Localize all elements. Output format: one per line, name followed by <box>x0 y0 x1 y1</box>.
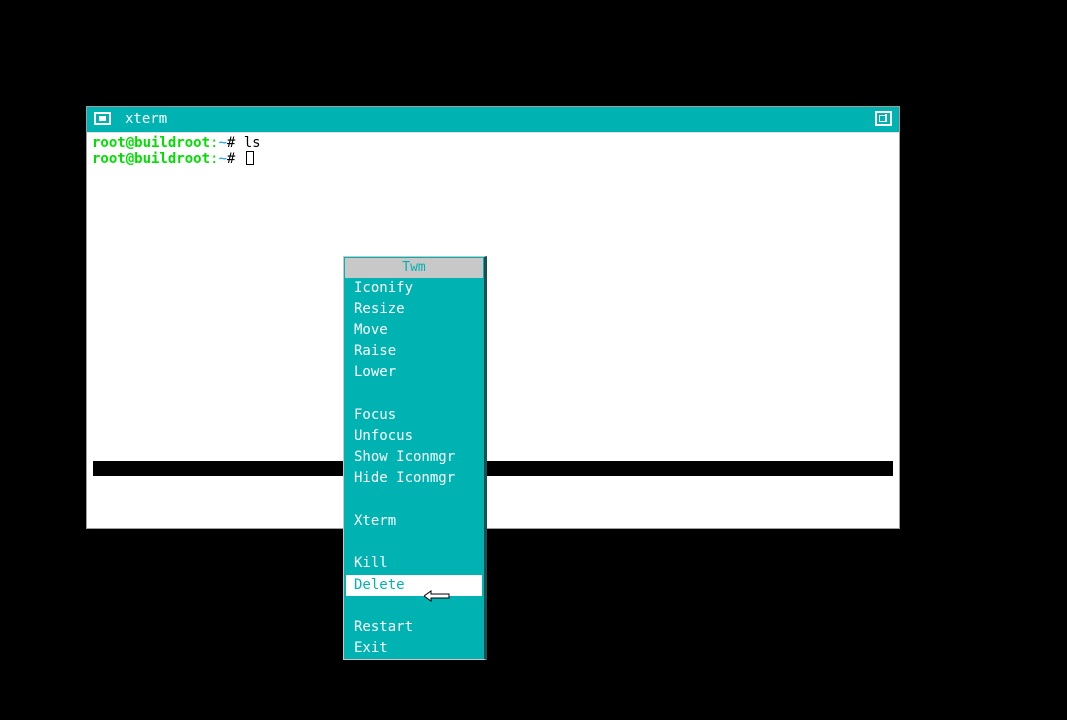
terminal-command: ls <box>235 135 261 151</box>
menu-item-lower[interactable]: Lower <box>346 362 482 383</box>
menu-item-restart[interactable]: Restart <box>346 617 482 638</box>
menu-item-kill[interactable]: Kill <box>346 553 482 574</box>
menu-item-move[interactable]: Move <box>346 320 482 341</box>
prompt-user: root@buildroot <box>92 151 211 167</box>
prompt-path: ~ <box>218 135 227 151</box>
menu-item-xterm[interactable]: Xterm <box>346 511 482 532</box>
menu-item-unfocus[interactable]: Unfocus <box>346 426 482 447</box>
terminal-line: root@buildroot:~# ls <box>92 135 261 151</box>
text-cursor <box>245 151 254 165</box>
terminal-status-bar <box>93 461 893 476</box>
iconify-window-icon[interactable] <box>94 112 111 125</box>
terminal-line: root@buildroot:~# <box>92 151 254 167</box>
window-title: xterm <box>125 111 168 127</box>
twm-window-menu[interactable]: Twm Iconify Resize Move Raise Lower Focu… <box>343 256 487 660</box>
arrow-pointer-icon <box>424 590 450 602</box>
xterm-window[interactable]: xterm root@buildroot:~# ls root@buildroo… <box>86 106 900 529</box>
menu-title: Twm <box>345 258 483 278</box>
menu-item-exit[interactable]: Exit <box>346 638 482 659</box>
window-titlebar[interactable]: xterm <box>87 107 899 133</box>
menu-item-iconify[interactable]: Iconify <box>346 278 482 299</box>
menu-item-raise[interactable]: Raise <box>346 341 482 362</box>
menu-item-hide-iconmgr[interactable]: Hide Iconmgr <box>346 468 482 489</box>
prompt-path: ~ <box>218 151 227 167</box>
terminal-command <box>235 151 243 167</box>
menu-item-focus[interactable]: Focus <box>346 405 482 426</box>
menu-item-delete[interactable]: Delete <box>346 575 482 596</box>
menu-item-show-iconmgr[interactable]: Show Iconmgr <box>346 447 482 468</box>
menu-item-resize[interactable]: Resize <box>346 299 482 320</box>
resize-icon[interactable] <box>875 111 892 126</box>
prompt-user: root@buildroot <box>92 135 211 151</box>
